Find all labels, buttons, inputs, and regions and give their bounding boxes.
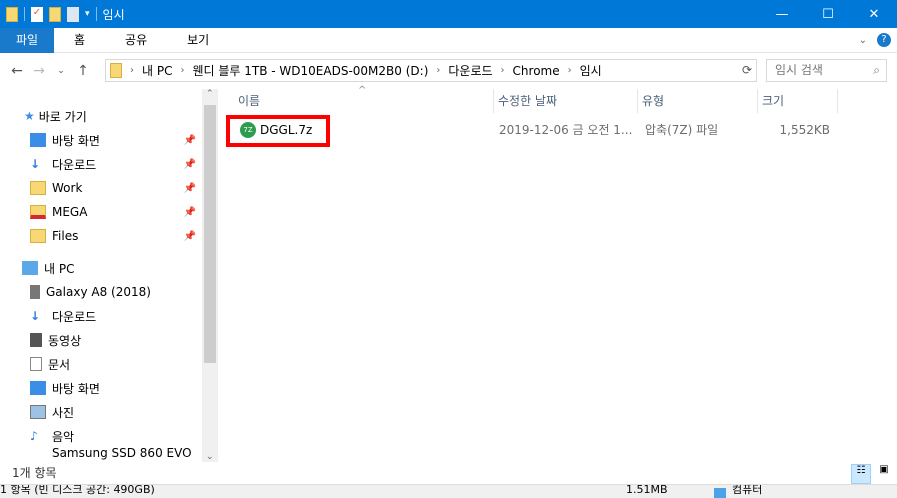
forward-button[interactable]: → [28, 63, 50, 79]
phone-icon [30, 285, 40, 299]
download-icon: ↓ [30, 309, 41, 323]
selection-size: 1.51MB [626, 484, 668, 496]
mega-folder-icon [30, 205, 46, 219]
sidebar-item-phone[interactable]: Galaxy A8 (2018) [0, 280, 218, 304]
sidebar-item-ssd[interactable]: Samsung SSD 860 EVO 1TB [0, 446, 218, 462]
customize-dropdown-icon[interactable]: ▾ [85, 9, 90, 19]
column-header-type[interactable]: 유형 [638, 89, 758, 113]
highlight-box [226, 115, 330, 147]
address-bar[interactable]: › 내 PC › 웬디 블루 1TB - WD10EADS-00M2B0 (D:) … [105, 59, 757, 82]
pin-icon: 📌 [183, 206, 196, 218]
sidebar-scrollbar[interactable]: ⌃ ⌄ [202, 89, 218, 462]
tab-file[interactable]: 파일 [0, 27, 54, 53]
sidebar-item-downloads-pc[interactable]: ↓ 다운로드 [0, 304, 218, 328]
info-bar: 1 항목 (빈 디스크 공간: 490GB) 1.51MB 컴퓨터 [0, 484, 897, 498]
tab-share[interactable]: 공유 [105, 28, 167, 53]
search-input[interactable]: 임시 검색 ⌕ [766, 59, 887, 82]
file-date: 2019-12-06 금 오전 1... [499, 123, 633, 137]
divider [95, 7, 97, 21]
pin-icon: 📌 [183, 182, 196, 194]
computer-icon [22, 261, 38, 275]
scroll-up-icon[interactable]: ⌃ [206, 89, 214, 99]
folder-icon [30, 181, 46, 195]
file-list: ^ 이름 수정한 날짜 유형 크기 7Z DGGL.7z 2019-12-06 … [218, 85, 897, 462]
picture-icon [30, 405, 46, 419]
scroll-down-icon[interactable]: ⌄ [206, 452, 214, 462]
close-button[interactable]: ✕ [851, 0, 897, 28]
video-icon [30, 333, 42, 347]
pin-icon: 📌 [183, 134, 196, 146]
recent-locations-button[interactable]: ⌄ [50, 66, 72, 76]
sidebar-quick-access[interactable]: ★ 바로 가기 [0, 104, 218, 128]
sidebar-item-work[interactable]: Work 📌 [0, 176, 218, 200]
scrollbar-thumb[interactable] [204, 105, 216, 363]
item-count: 1개 항목 [12, 466, 57, 480]
drive-icon [30, 453, 46, 462]
large-icons-view-button[interactable]: ▣ [874, 464, 894, 484]
minimize-button[interactable]: — [759, 0, 805, 28]
document-icon [30, 357, 42, 371]
sidebar-item-downloads[interactable]: ↓ 다운로드 📌 [0, 152, 218, 176]
download-icon: ↓ [30, 157, 41, 171]
column-header-size[interactable]: 크기 [758, 89, 838, 113]
column-header-date[interactable]: 수정한 날짜 [494, 89, 638, 113]
new-folder-icon[interactable] [49, 6, 61, 22]
folder-icon [6, 6, 18, 22]
sidebar-item-desktop[interactable]: 바탕 화면 📌 [0, 128, 218, 152]
music-icon: ♪ [30, 429, 38, 443]
search-placeholder: 임시 검색 [775, 63, 823, 77]
navigation-pane: ★ 바로 가기 바탕 화면 📌 ↓ 다운로드 📌 Work 📌 MEGA 📌 Files 📌 … [0, 89, 218, 462]
desktop-icon [30, 133, 46, 147]
help-icon[interactable]: ? [877, 33, 891, 47]
maximize-button[interactable]: ☐ [805, 0, 851, 28]
details-view-button[interactable]: ☷ [851, 464, 871, 484]
desktop-icon [30, 381, 46, 395]
sidebar-item-desktop-pc[interactable]: 바탕 화면 [0, 376, 218, 400]
disk-space: 1 항목 (빈 디스크 공간: 490GB) [0, 484, 155, 496]
location-label: 컴퓨터 [732, 484, 763, 496]
pin-icon: 📌 [183, 158, 196, 170]
file-type: 압축(7Z) 파일 [645, 123, 719, 137]
sidebar-this-pc[interactable]: 내 PC [0, 256, 218, 280]
file-size: 1,552KB [779, 123, 830, 137]
sidebar-item-mega[interactable]: MEGA 📌 [0, 200, 218, 224]
tab-view[interactable]: 보기 [167, 28, 229, 53]
breadcrumb-item[interactable]: 다운로드 [448, 62, 492, 79]
rename-icon[interactable] [67, 6, 79, 22]
tab-home[interactable]: 홈 [54, 28, 105, 53]
back-button[interactable]: ← [6, 63, 28, 79]
navigation-bar: ← → ⌄ ↑ › 내 PC › 웬디 블루 1TB - WD10EADS-00M2… [0, 53, 897, 89]
expand-ribbon-icon[interactable]: ⌄ [859, 35, 867, 46]
refresh-button[interactable]: ⟳ [737, 59, 757, 82]
up-button[interactable]: ↑ [72, 63, 94, 79]
sidebar-item-music[interactable]: ♪ 음악 [0, 424, 218, 448]
breadcrumb-item[interactable]: Chrome [513, 64, 560, 78]
star-icon: ★ [24, 109, 35, 123]
ribbon-tabs: 파일 홈 공유 보기 ⌄ ? [0, 27, 897, 53]
folder-icon [30, 229, 46, 243]
properties-icon[interactable]: ✓ [31, 6, 43, 22]
sidebar-item-documents[interactable]: 문서 [0, 352, 218, 376]
breadcrumb-item[interactable]: 내 PC [142, 62, 172, 79]
breadcrumb-item[interactable]: 임시 [580, 62, 602, 79]
sidebar-item-files[interactable]: Files 📌 [0, 224, 218, 248]
sidebar-item-pictures[interactable]: 사진 [0, 400, 218, 424]
title-bar: ✓ ▾ 임시 — ☐ ✕ [0, 0, 897, 28]
status-bar: 1개 항목 [0, 462, 897, 484]
search-icon: ⌕ [873, 63, 880, 77]
computer-icon [714, 488, 726, 498]
column-header-name[interactable]: 이름 [234, 89, 494, 113]
divider [24, 7, 25, 21]
folder-icon [110, 63, 122, 78]
window-title: 임시 [102, 7, 125, 22]
pin-icon: 📌 [183, 230, 196, 242]
breadcrumb-item[interactable]: 웬디 블루 1TB - WD10EADS-00M2B0 (D:) [192, 62, 428, 79]
sidebar-item-videos[interactable]: 동영상 [0, 328, 218, 352]
